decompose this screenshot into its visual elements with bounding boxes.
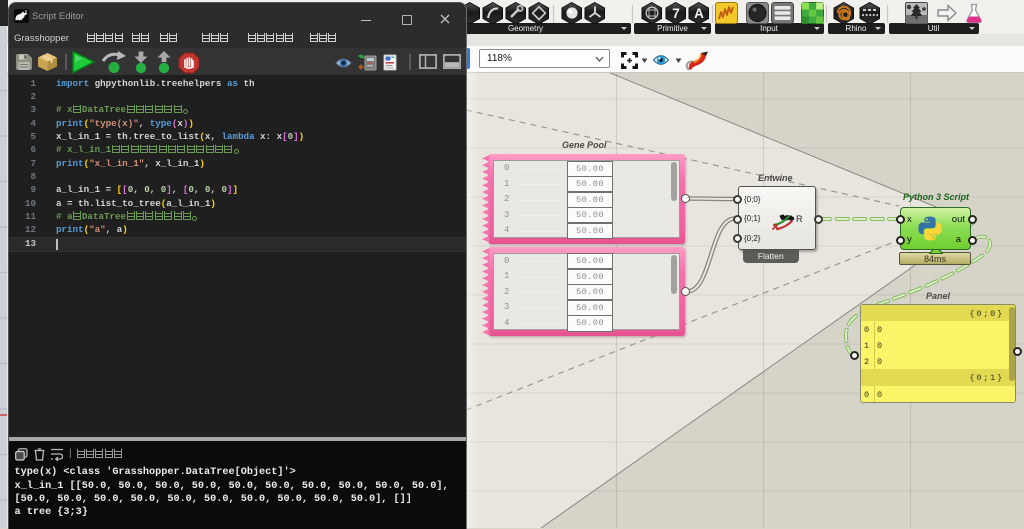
svg-text:7: 7 [672,6,680,21]
svg-text:A: A [694,6,704,21]
